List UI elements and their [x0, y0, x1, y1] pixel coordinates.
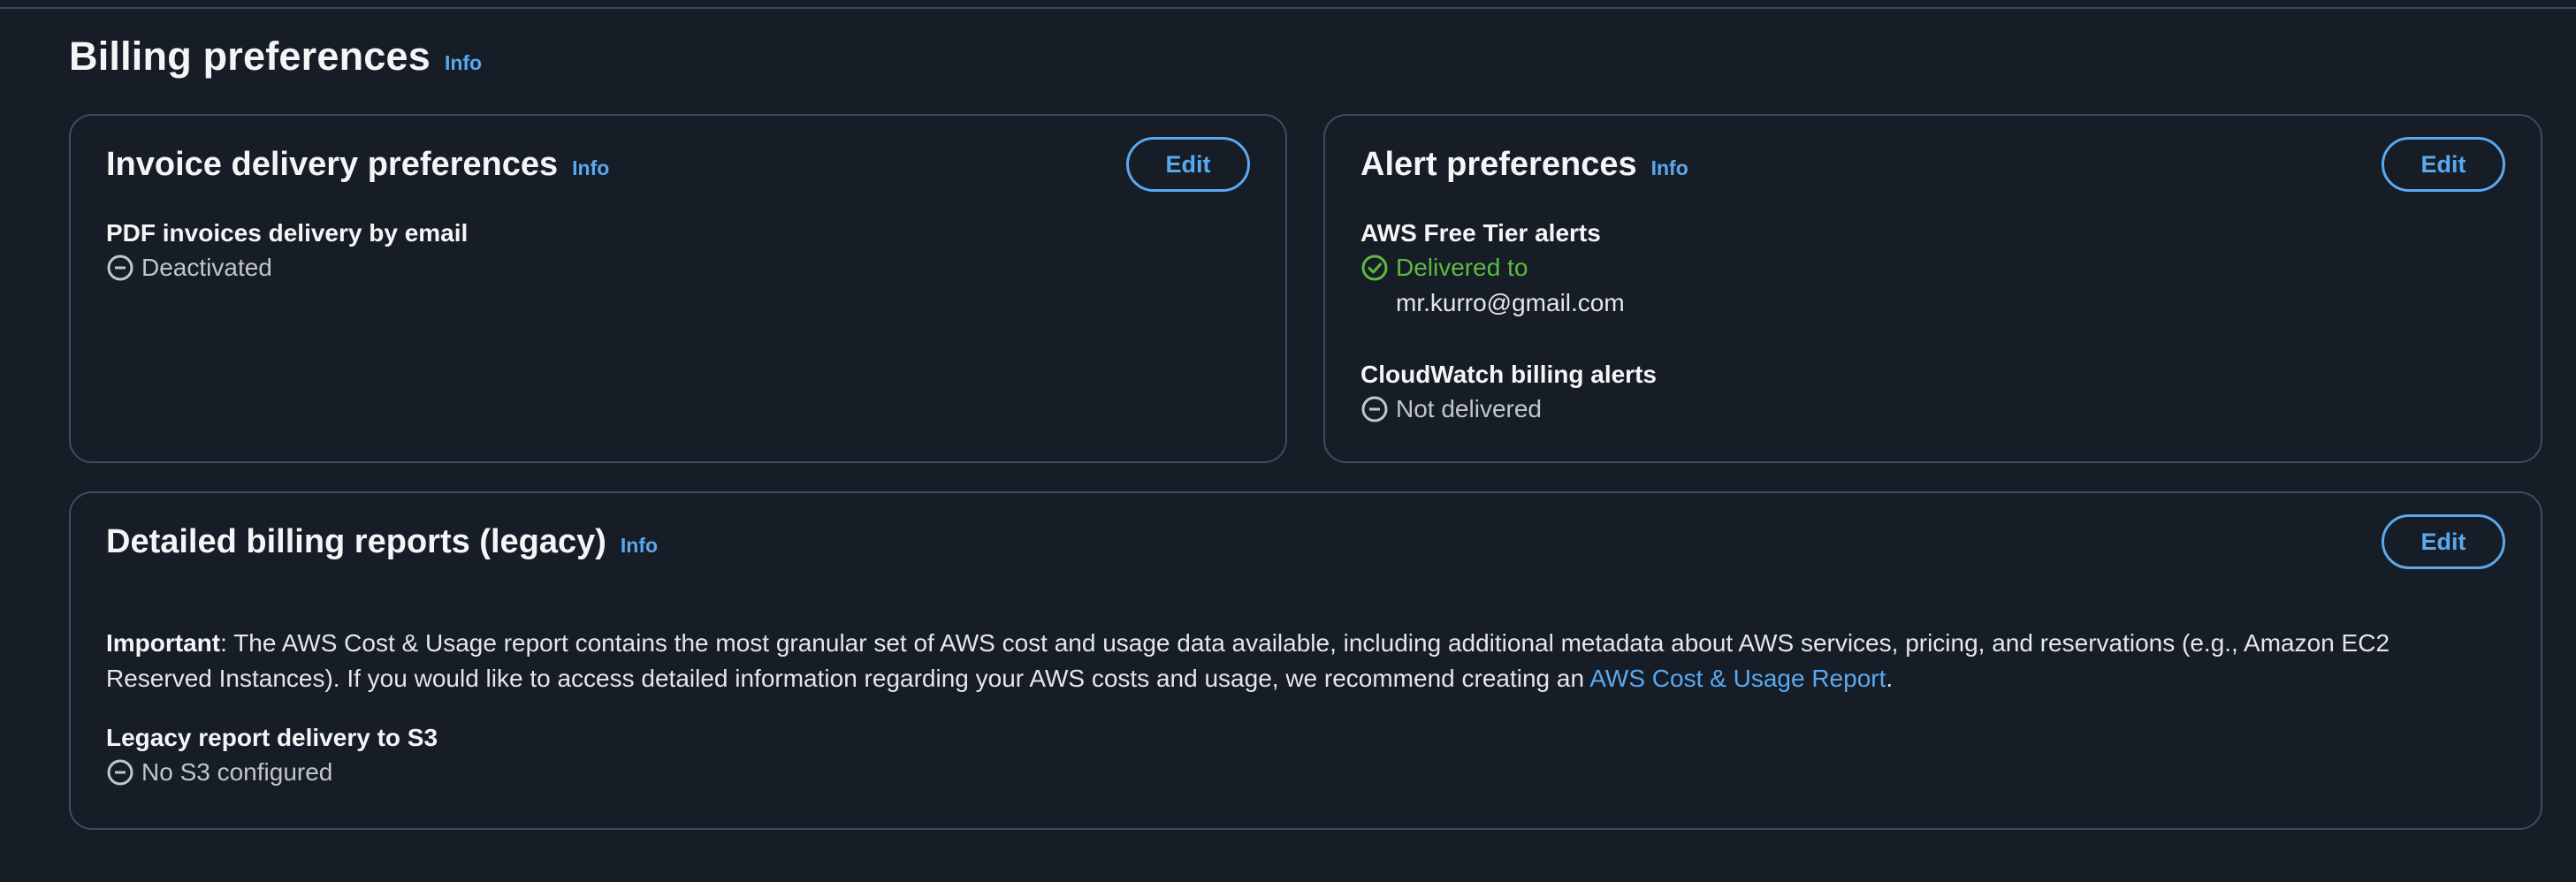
minus-circle-icon	[107, 255, 133, 281]
invoice-edit-button[interactable]: Edit	[1126, 137, 1250, 192]
free-tier-alerts-status: Delivered to	[1360, 250, 1625, 285]
page-header: Billing preferences Info	[69, 34, 482, 80]
important-text: : The AWS Cost & Usage report contains t…	[106, 629, 2390, 692]
reports-info-link[interactable]: Info	[621, 534, 658, 558]
free-tier-alerts-field: AWS Free Tier alerts Delivered to mr.kur…	[1360, 217, 1625, 321]
free-tier-alerts-email: mr.kurro@gmail.com	[1396, 289, 1625, 316]
minus-circle-icon	[107, 759, 133, 786]
cost-usage-report-link[interactable]: AWS Cost & Usage Report	[1589, 665, 1886, 692]
important-notice: Important: The AWS Cost & Usage report c…	[106, 626, 2493, 696]
invoice-card-title: Invoice delivery preferences	[106, 146, 559, 183]
free-tier-alerts-status-text: Delivered to	[1396, 254, 1528, 281]
alert-preferences-card: Alert preferences Info Edit AWS Free Tie…	[1323, 114, 2542, 463]
legacy-s3-field: Legacy report delivery to S3 No S3 confi…	[106, 721, 438, 790]
reports-card-title: Detailed billing reports (legacy)	[106, 523, 606, 560]
alert-edit-button[interactable]: Edit	[2382, 137, 2505, 192]
page-info-link[interactable]: Info	[445, 51, 482, 75]
legacy-s3-status: No S3 configured	[106, 755, 438, 790]
pdf-invoices-status-text: Deactivated	[141, 254, 272, 281]
detailed-billing-reports-card: Detailed billing reports (legacy) Info E…	[69, 491, 2542, 830]
alert-card-header: Alert preferences Info	[1360, 146, 1688, 184]
pdf-invoices-label: PDF invoices delivery by email	[106, 219, 469, 247]
free-tier-alerts-label: AWS Free Tier alerts	[1360, 219, 1601, 247]
pdf-invoices-field: PDF invoices delivery by email Deactivat…	[106, 217, 468, 285]
page-title: Billing preferences	[69, 34, 431, 79]
cloudwatch-alerts-status-text: Not delivered	[1396, 395, 1542, 422]
invoice-card-header: Invoice delivery preferences Info	[106, 146, 609, 184]
pdf-invoices-status: Deactivated	[106, 250, 468, 285]
important-label: Important	[106, 629, 221, 657]
alert-card-title: Alert preferences	[1360, 146, 1637, 183]
invoice-delivery-card: Invoice delivery preferences Info Edit P…	[69, 114, 1287, 463]
legacy-s3-status-text: No S3 configured	[141, 758, 333, 786]
cloudwatch-alerts-status: Not delivered	[1360, 392, 1657, 427]
minus-circle-icon	[1361, 396, 1388, 422]
check-circle-icon	[1361, 255, 1388, 281]
reports-edit-button[interactable]: Edit	[2382, 514, 2505, 569]
legacy-s3-label: Legacy report delivery to S3	[106, 724, 438, 751]
cloudwatch-alerts-label: CloudWatch billing alerts	[1360, 361, 1657, 388]
reports-card-header: Detailed billing reports (legacy) Info	[106, 523, 658, 561]
important-end: .	[1886, 665, 1894, 692]
top-divider	[0, 7, 2576, 9]
invoice-info-link[interactable]: Info	[572, 156, 609, 180]
alert-info-link[interactable]: Info	[1651, 156, 1688, 180]
cloudwatch-alerts-field: CloudWatch billing alerts Not delivered	[1360, 358, 1657, 427]
